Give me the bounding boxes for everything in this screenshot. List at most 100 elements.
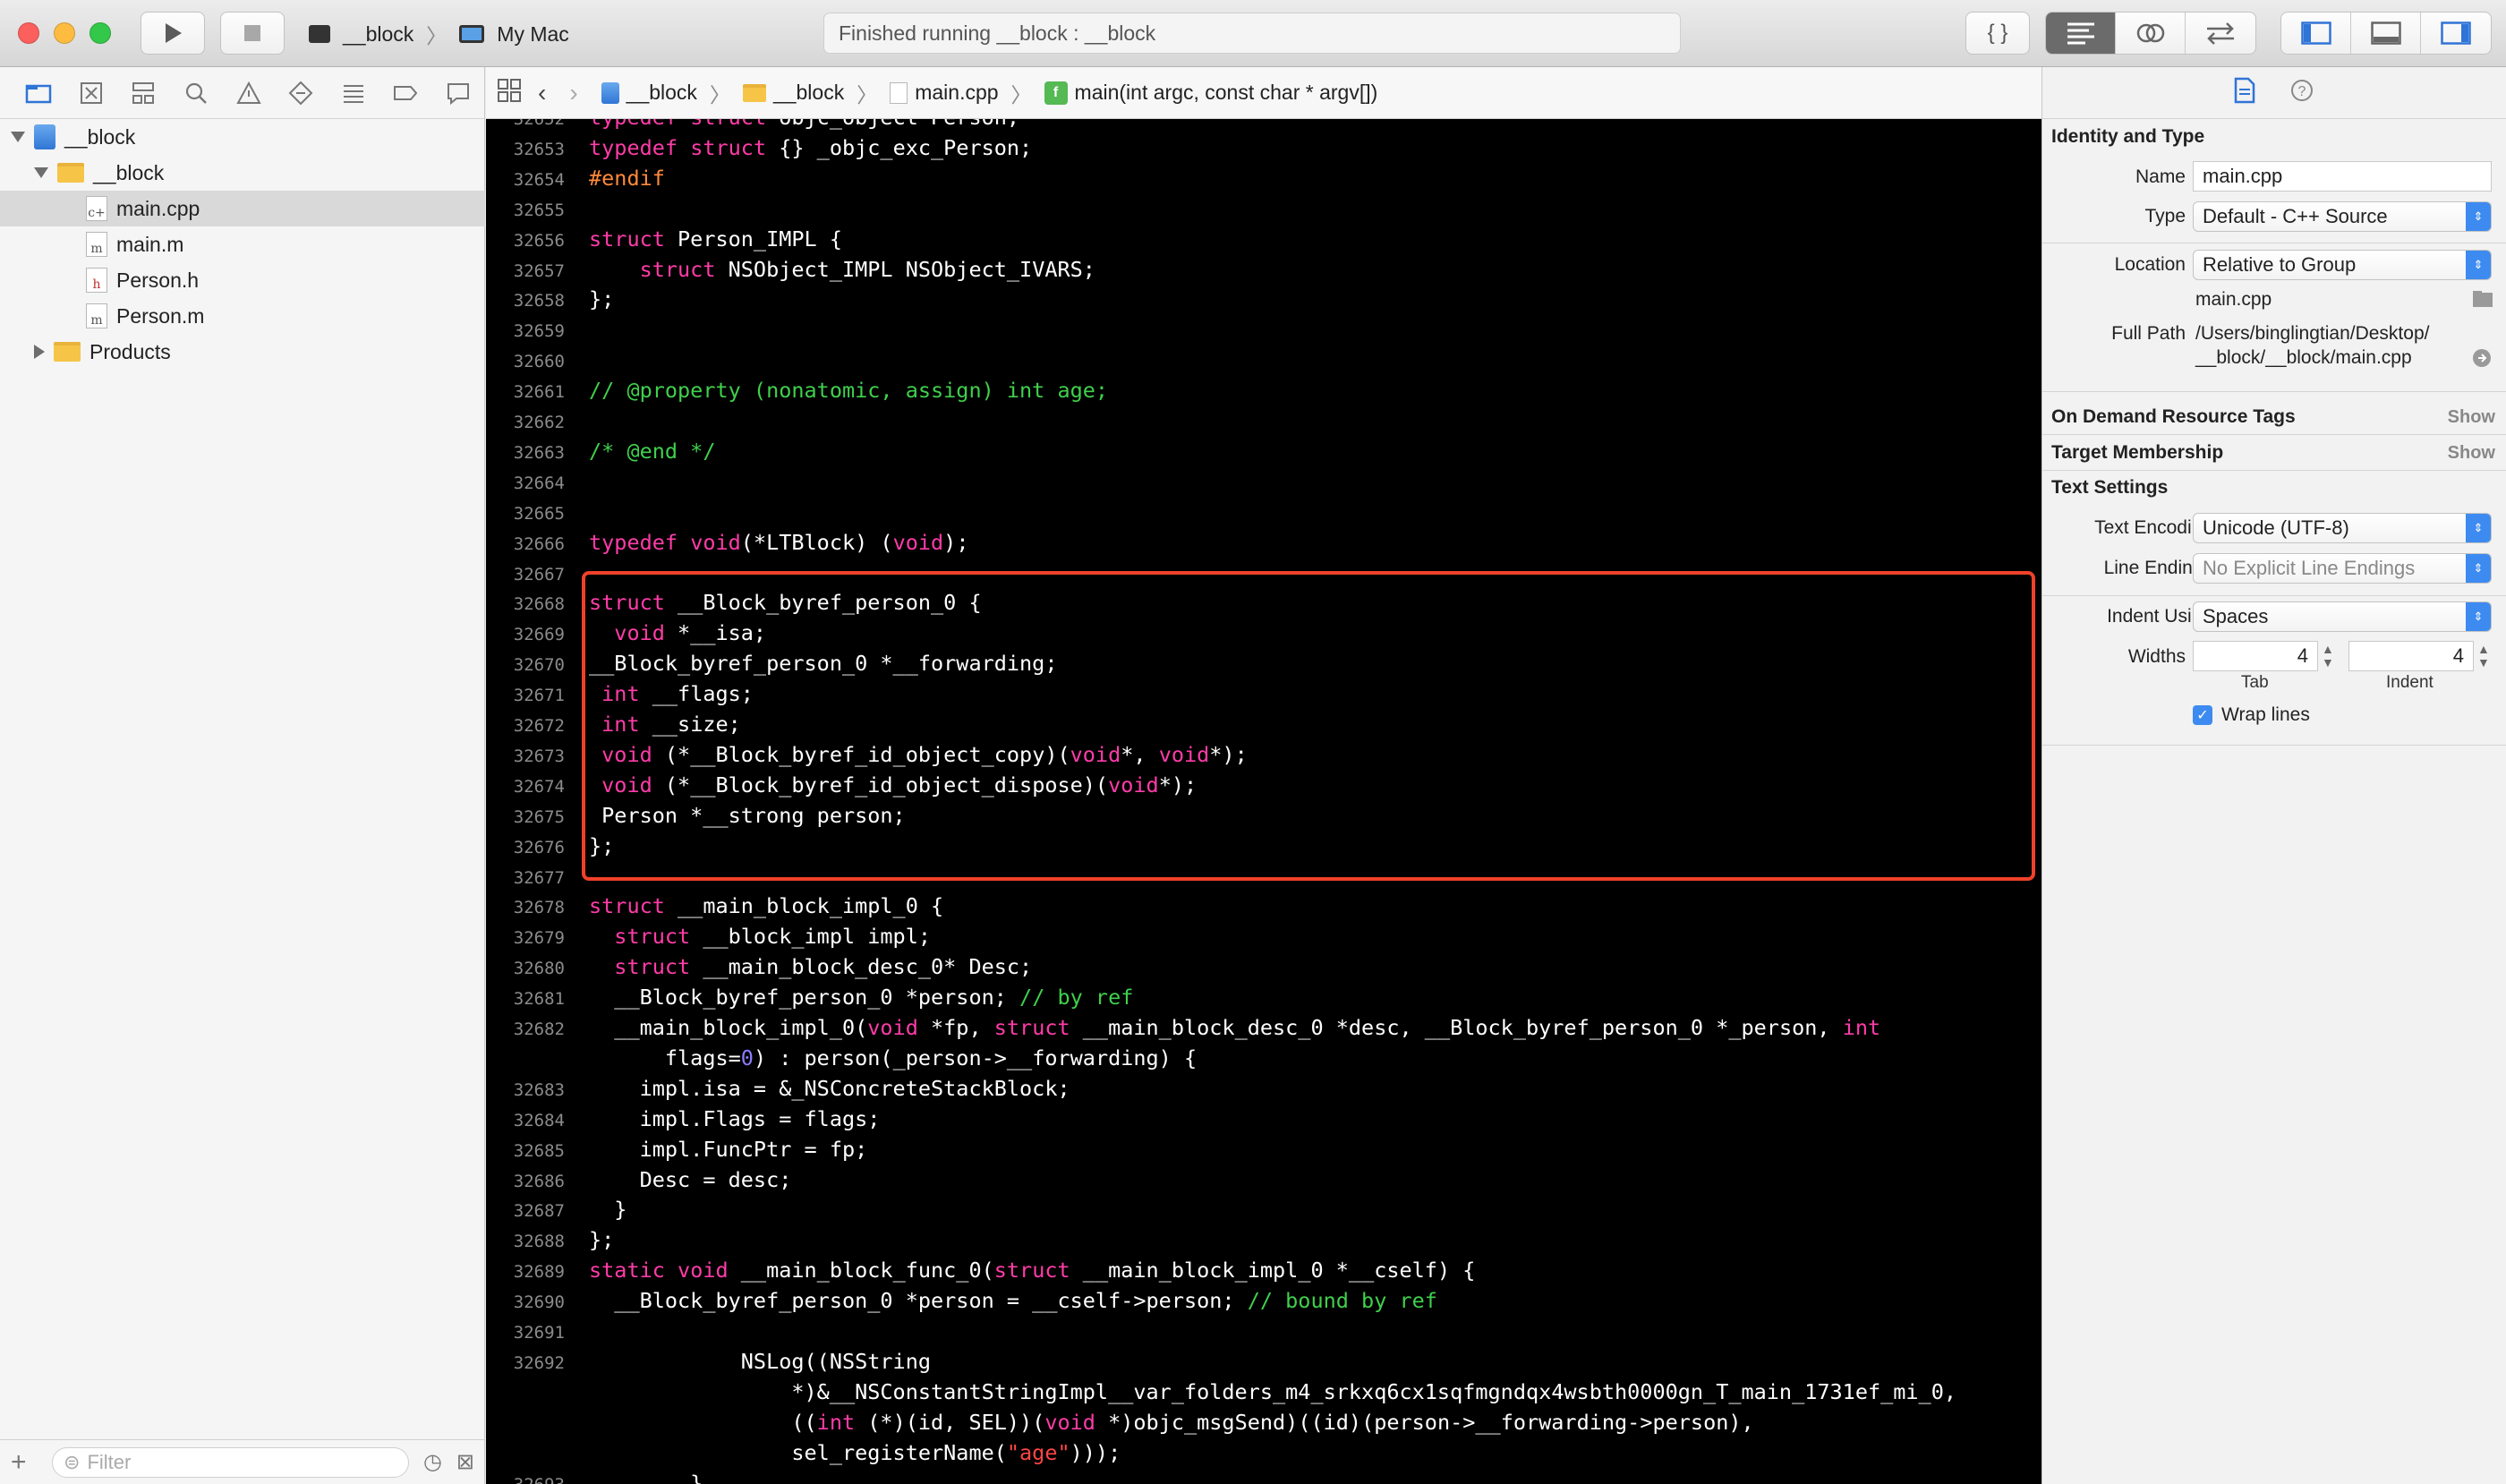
tree-item-person-m[interactable]: m Person.m: [0, 298, 485, 334]
zoom-window-button[interactable]: [90, 22, 111, 44]
code-line[interactable]: sel_registerName("age")));: [589, 1440, 1121, 1465]
line-number: 32657: [513, 260, 565, 281]
code-line[interactable]: void (*__Block_byref_id_object_dispose)(…: [589, 772, 1197, 797]
toggle-debug-area-button[interactable]: [2351, 13, 2421, 54]
search-icon[interactable]: [170, 75, 223, 111]
line-number: 32677: [513, 867, 565, 888]
code-line[interactable]: };: [589, 833, 614, 858]
indent-width-field[interactable]: 4: [2348, 641, 2474, 671]
code-line[interactable]: ((int (*)(id, SEL))(void *)objc_msgSend)…: [589, 1410, 1753, 1435]
code-line[interactable]: Desc = desc;: [589, 1167, 792, 1192]
tab-stepper[interactable]: ▲ ▼: [2322, 643, 2334, 670]
source-control-filter-icon[interactable]: ⊠: [456, 1449, 474, 1475]
hierarchy-icon[interactable]: [117, 75, 170, 111]
tree-item-person-h[interactable]: h Person.h: [0, 262, 485, 298]
tree-item-project[interactable]: __block: [0, 119, 485, 155]
code-line[interactable]: };: [589, 286, 614, 311]
warning-icon[interactable]: [222, 75, 275, 111]
disclosure-closed-icon[interactable]: [34, 345, 45, 359]
code-line[interactable]: int __flags;: [589, 681, 754, 706]
disclosure-open-icon[interactable]: [34, 167, 48, 178]
code-line[interactable]: typedef void(*LTBlock) (void);: [589, 530, 968, 555]
code-line[interactable]: // @property (nonatomic, assign) int age…: [589, 378, 1108, 403]
disclosure-open-icon[interactable]: [11, 132, 25, 142]
breadcrumb-file[interactable]: main.cpp: [890, 81, 999, 105]
code-line[interactable]: struct __main_block_desc_0* Desc;: [589, 954, 1032, 979]
folder-icon[interactable]: [2472, 290, 2493, 312]
folder-icon[interactable]: [13, 75, 65, 111]
code-line[interactable]: /* @end */: [589, 439, 715, 464]
code-line[interactable]: struct __Block_byref_person_0 {: [589, 590, 982, 615]
wrap-lines-checkbox[interactable]: ✓: [2193, 705, 2212, 725]
code-line[interactable]: Person *__strong person;: [589, 803, 906, 828]
code-line[interactable]: __Block_byref_person_0 *person = __cself…: [589, 1288, 1437, 1313]
tree-item-products[interactable]: Products: [0, 334, 485, 370]
code-line[interactable]: }: [589, 1471, 703, 1484]
back-arrow-icon[interactable]: ‹: [538, 79, 546, 107]
code-line[interactable]: __main_block_impl_0(void *fp, struct __m…: [589, 1015, 1880, 1040]
tree-item-main-cpp[interactable]: c+ main.cpp: [0, 191, 485, 226]
type-popup[interactable]: Default - C++ Source ⇕: [2193, 201, 2492, 232]
tree-item-group[interactable]: __block: [0, 155, 485, 191]
code-line[interactable]: __Block_byref_person_0 *person; // by re…: [589, 985, 1133, 1010]
version-editor-button[interactable]: [2186, 13, 2255, 54]
code-line[interactable]: #endif: [589, 166, 665, 191]
file-document-icon[interactable]: [2234, 77, 2255, 108]
breadcrumb-group[interactable]: __block: [742, 81, 844, 105]
indent-using-popup[interactable]: Spaces ⇕: [2193, 601, 2492, 632]
source-editor[interactable]: 32652 32653 32654 32655 32656 32657 32658 32659…: [486, 119, 2041, 1484]
code-line[interactable]: void *__isa;: [589, 620, 766, 645]
code-line[interactable]: }: [589, 1197, 626, 1222]
code-line[interactable]: flags=0) : person(_person->__forwarding)…: [589, 1045, 1197, 1070]
recent-files-icon[interactable]: ◷: [423, 1449, 442, 1475]
location-popup[interactable]: Relative to Group ⇕: [2193, 250, 2492, 280]
code-line[interactable]: __Block_byref_person_0 *__forwarding;: [589, 651, 1057, 676]
stop-button[interactable]: [220, 12, 285, 55]
code-line[interactable]: struct __block_impl impl;: [589, 924, 931, 949]
code-line[interactable]: };: [589, 1227, 614, 1252]
add-button[interactable]: +: [11, 1447, 38, 1478]
breadcrumb-project[interactable]: __block: [601, 81, 697, 105]
code-line[interactable]: NSLog((NSString: [589, 1349, 931, 1374]
toggle-navigator-button[interactable]: [2281, 13, 2351, 54]
code-line[interactable]: static void __main_block_func_0(struct _…: [589, 1258, 1475, 1283]
debug-icon[interactable]: [327, 75, 379, 111]
line-endings-popup[interactable]: No Explicit Line Endings ⇕: [2193, 553, 2492, 584]
encoding-popup[interactable]: Unicode (UTF-8) ⇕: [2193, 513, 2492, 543]
target-show-button[interactable]: Show: [2448, 443, 2495, 464]
code-line[interactable]: typedef struct objc_object Person;: [589, 119, 1019, 130]
assistant-editor-button[interactable]: [2116, 13, 2186, 54]
code-line[interactable]: impl.Flags = flags;: [589, 1106, 881, 1131]
related-items-icon[interactable]: [497, 78, 522, 108]
tab-width-field[interactable]: 4: [2193, 641, 2318, 671]
report-icon[interactable]: [432, 75, 485, 111]
reveal-arrow-icon[interactable]: [2472, 348, 2492, 372]
standard-editor-button[interactable]: [2046, 13, 2116, 54]
name-field[interactable]: main.cpp: [2193, 161, 2492, 192]
indent-stepper[interactable]: ▲ ▼: [2477, 643, 2490, 670]
code-line[interactable]: impl.isa = &_NSConcreteStackBlock;: [589, 1076, 1070, 1101]
toggle-inspector-button[interactable]: [2421, 13, 2491, 54]
code-line[interactable]: impl.FuncPtr = fp;: [589, 1137, 868, 1162]
minimize-window-button[interactable]: [54, 22, 75, 44]
breakpoint-icon[interactable]: [379, 75, 432, 111]
code-line[interactable]: void (*__Block_byref_id_object_copy)(voi…: [589, 742, 1248, 767]
odr-show-button[interactable]: Show: [2448, 407, 2495, 428]
tree-item-main-m[interactable]: m main.m: [0, 226, 485, 262]
code-line[interactable]: typedef struct {} _objc_exc_Person;: [589, 135, 1032, 160]
quick-help-icon[interactable]: ?: [2289, 78, 2314, 107]
code-line[interactable]: struct Person_IMPL {: [589, 226, 842, 252]
code-line[interactable]: struct NSObject_IMPL NSObject_IVARS;: [589, 257, 1095, 282]
scheme-selector[interactable]: __block 〉 My Mac: [309, 18, 569, 50]
code-line[interactable]: struct __main_block_impl_0 {: [589, 893, 943, 918]
run-button[interactable]: [141, 12, 205, 55]
filter-field[interactable]: ⊜ Filter: [52, 1446, 409, 1478]
forward-arrow-icon[interactable]: ›: [569, 79, 577, 107]
source-control-icon[interactable]: [65, 75, 118, 111]
close-window-button[interactable]: [18, 22, 39, 44]
library-button[interactable]: { }: [1965, 12, 2030, 55]
breadcrumb-symbol[interactable]: f main(int argc, const char * argv[]): [1044, 81, 1377, 105]
test-diamond-icon[interactable]: [275, 75, 328, 111]
code-line[interactable]: *)&__NSConstantStringImpl__var_folders_m…: [589, 1379, 1956, 1404]
code-line[interactable]: int __size;: [589, 712, 741, 737]
